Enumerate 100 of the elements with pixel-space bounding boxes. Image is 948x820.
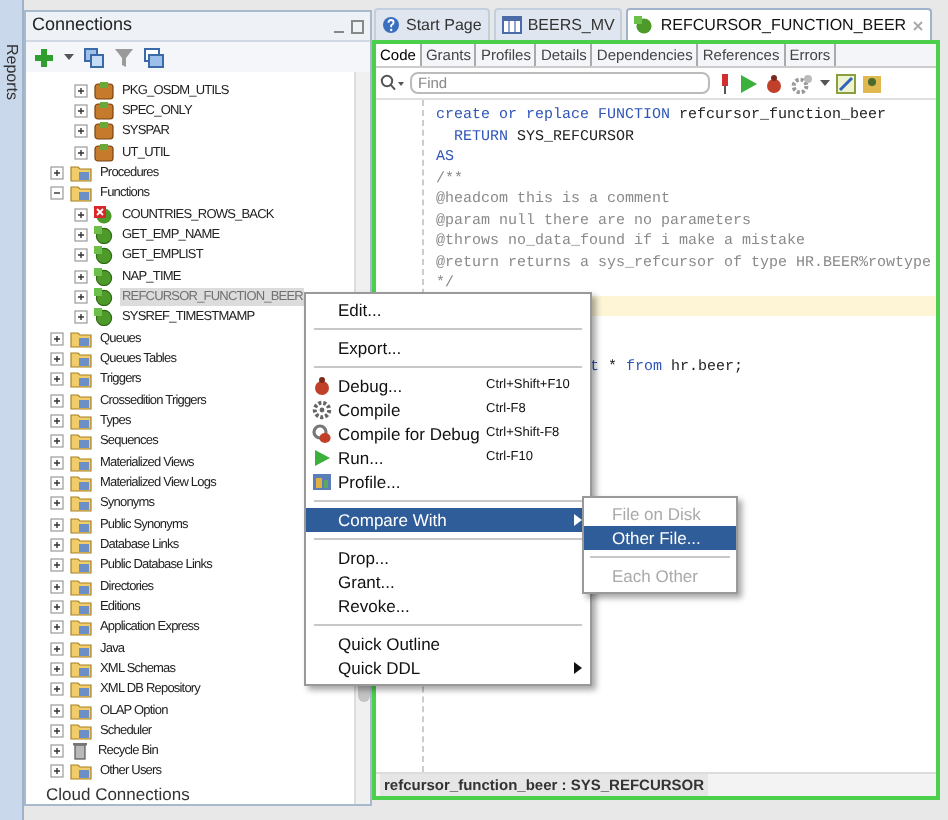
trash-icon	[70, 742, 90, 761]
expand-icon[interactable]	[50, 331, 64, 346]
bug-icon	[312, 376, 332, 396]
expand-icon[interactable]	[50, 372, 64, 387]
collapse-icon[interactable]	[50, 186, 64, 201]
expand-icon[interactable]	[50, 682, 64, 697]
expand-icon[interactable]	[50, 723, 64, 738]
folder-icon	[70, 597, 92, 616]
folder-icon	[70, 370, 92, 389]
tab-label: Start Page	[406, 13, 482, 37]
edit-icon[interactable]	[836, 73, 856, 93]
expand-icon[interactable]	[50, 599, 64, 614]
expand-icon[interactable]	[50, 620, 64, 635]
dropdown-icon[interactable]	[64, 54, 74, 60]
menu-item[interactable]: Drop...	[306, 546, 590, 570]
folder-icon	[70, 535, 92, 554]
editor-tab[interactable]: REFCURSOR_FUNCTION_BEER	[626, 8, 933, 40]
folder-icon	[70, 329, 92, 348]
folder-icon	[70, 639, 92, 658]
folder-icon	[70, 163, 92, 182]
add-icon[interactable]	[34, 47, 54, 67]
expand-icon[interactable]	[50, 641, 64, 656]
expand-icon[interactable]	[74, 124, 88, 139]
profile-icon	[312, 472, 332, 492]
function-icon	[634, 16, 655, 34]
folder-icon	[70, 473, 92, 492]
package-icon	[94, 143, 114, 162]
folder-icon	[70, 762, 92, 781]
caret-icon	[574, 662, 582, 674]
expand-icon[interactable]	[50, 434, 64, 449]
folder-icon	[70, 680, 92, 699]
expand-icon[interactable]	[74, 310, 88, 325]
folder-icon	[70, 701, 92, 719]
folder-icon	[70, 515, 92, 534]
expand-icon[interactable]	[74, 145, 88, 160]
expand-icon[interactable]	[50, 579, 64, 594]
menu-item[interactable]: Other File...	[584, 526, 736, 550]
windows-icon[interactable]	[144, 47, 164, 67]
menu-item[interactable]: Quick DDL	[306, 656, 590, 680]
menu-item[interactable]: Quick Outline	[306, 632, 590, 656]
side-tab[interactable]: Reports	[0, 44, 23, 101]
folder-icon	[70, 556, 92, 575]
expand-icon[interactable]	[50, 351, 64, 366]
expand-icon[interactable]	[74, 103, 88, 118]
function-icon	[94, 267, 114, 286]
folder-icon	[70, 432, 92, 451]
expand-icon[interactable]	[50, 744, 64, 759]
expand-icon[interactable]	[74, 289, 88, 304]
menu-item[interactable]: Profile...	[306, 470, 590, 494]
package-icon	[94, 122, 114, 141]
expand-icon[interactable]	[50, 764, 64, 779]
editor-tab[interactable]: BEERS_MV	[493, 8, 623, 40]
expand-icon[interactable]	[50, 455, 64, 470]
folder-icon	[70, 411, 92, 430]
expand-icon[interactable]	[50, 517, 64, 532]
folder-icon	[70, 349, 92, 368]
expand-icon[interactable]	[50, 165, 64, 180]
panel-title: Connections	[32, 12, 133, 39]
expand-icon[interactable]	[50, 537, 64, 552]
folder-icon	[70, 721, 92, 740]
folder-icon	[70, 659, 92, 678]
function-icon	[94, 308, 114, 327]
menu-item[interactable]: Grant...	[306, 570, 590, 594]
expand-icon[interactable]	[50, 661, 64, 676]
folder-icon	[70, 577, 92, 596]
play-icon	[312, 448, 332, 468]
menu-item[interactable]: Revoke...	[306, 594, 590, 618]
dropdown-icon[interactable]	[820, 80, 830, 86]
search-icon[interactable]	[380, 74, 404, 92]
error-function-icon	[94, 205, 114, 224]
expand-icon[interactable]	[74, 248, 88, 263]
expand-icon[interactable]	[50, 558, 64, 573]
section-header[interactable]: Cloud Connections	[30, 784, 354, 804]
expand-icon[interactable]	[50, 475, 64, 490]
table-icon	[501, 16, 522, 34]
tab-label: BEERS_MV	[527, 13, 615, 37]
gear-bug-icon	[312, 424, 332, 444]
folder-icon	[70, 184, 92, 203]
expand-icon[interactable]	[74, 227, 88, 242]
expand-icon[interactable]	[50, 496, 64, 511]
menu-item[interactable]: Edit...	[306, 298, 590, 322]
folder-icon	[70, 618, 92, 637]
folder-icon	[70, 391, 92, 410]
expand-icon[interactable]	[74, 207, 88, 222]
minimize-icon[interactable]	[332, 19, 364, 33]
pin-icon[interactable]	[716, 73, 734, 93]
package-icon	[94, 81, 114, 100]
menu-item[interactable]: Export...	[306, 336, 590, 360]
expand-icon[interactable]	[74, 83, 88, 98]
editor-tab[interactable]: Start Page	[374, 8, 490, 40]
folder-icon	[70, 494, 92, 513]
expand-icon[interactable]	[50, 393, 64, 408]
expand-icon[interactable]	[50, 413, 64, 428]
function-icon	[94, 246, 114, 265]
expand-icon[interactable]	[50, 703, 64, 717]
filter-icon[interactable]	[114, 47, 134, 67]
gear-icon	[312, 400, 332, 420]
bug-icon[interactable]	[764, 73, 784, 93]
expand-icon[interactable]	[74, 269, 88, 284]
function-icon	[94, 225, 114, 244]
